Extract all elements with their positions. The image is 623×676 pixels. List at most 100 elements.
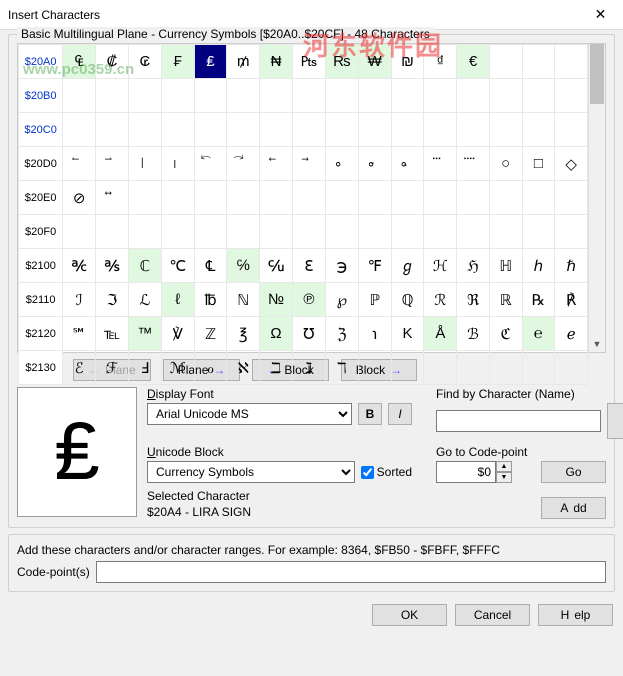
char-cell[interactable] xyxy=(391,79,424,113)
char-cell[interactable]: ℍ xyxy=(489,249,522,283)
char-cell[interactable] xyxy=(358,351,391,385)
char-cell[interactable] xyxy=(358,79,391,113)
char-cell[interactable]: ℇ xyxy=(292,249,325,283)
char-cell[interactable] xyxy=(63,215,96,249)
char-cell[interactable]: ℷ xyxy=(292,351,325,385)
char-cell[interactable]: ⃑ xyxy=(96,147,129,181)
char-cell[interactable]: ℓ xyxy=(161,283,194,317)
char-cell[interactable]: ○ xyxy=(489,147,522,181)
find-next-button[interactable]: Find Next xyxy=(607,403,623,439)
char-cell[interactable]: € xyxy=(457,45,490,79)
char-cell[interactable]: ℊ xyxy=(391,249,424,283)
char-cell[interactable] xyxy=(260,79,293,113)
char-cell[interactable]: ⃗ xyxy=(292,147,325,181)
char-cell[interactable]: K xyxy=(391,317,424,351)
char-cell[interactable]: ℜ xyxy=(457,283,490,317)
char-cell[interactable]: ⃛ xyxy=(424,147,457,181)
char-cell[interactable]: ℔ xyxy=(194,283,227,317)
unicode-block-select[interactable]: Currency Symbols xyxy=(147,461,355,483)
char-cell[interactable] xyxy=(555,45,588,79)
char-cell[interactable]: ℗ xyxy=(292,283,325,317)
char-cell[interactable] xyxy=(96,113,129,147)
char-cell[interactable] xyxy=(161,79,194,113)
char-cell[interactable] xyxy=(63,113,96,147)
char-cell[interactable] xyxy=(194,215,227,249)
char-cell[interactable]: ℙ xyxy=(358,283,391,317)
char-cell[interactable] xyxy=(63,79,96,113)
char-cell[interactable]: ℯ xyxy=(555,317,588,351)
char-cell[interactable] xyxy=(391,113,424,147)
spin-up-icon[interactable]: ▲ xyxy=(496,461,512,472)
close-button[interactable]: ✕ xyxy=(578,0,623,30)
char-cell[interactable]: ℌ xyxy=(457,249,490,283)
char-cell[interactable]: ⃚ xyxy=(391,147,424,181)
char-cell[interactable]: № xyxy=(260,283,293,317)
char-cell[interactable]: ℐ xyxy=(63,283,96,317)
char-cell[interactable]: ℀ xyxy=(63,249,96,283)
char-cell[interactable] xyxy=(424,351,457,385)
char-cell[interactable] xyxy=(424,215,457,249)
scroll-thumb[interactable] xyxy=(590,44,604,104)
char-cell[interactable]: ℡ xyxy=(96,317,129,351)
char-cell[interactable]: ℉ xyxy=(358,249,391,283)
char-cell[interactable]: Å xyxy=(424,317,457,351)
char-cell[interactable]: ⃒ xyxy=(128,147,161,181)
char-cell[interactable]: ◇ xyxy=(555,147,588,181)
char-cell[interactable]: ℛ xyxy=(424,283,457,317)
char-cell[interactable] xyxy=(457,215,490,249)
char-cell[interactable]: Ω xyxy=(260,317,293,351)
help-button[interactable]: Help xyxy=(538,604,613,626)
char-cell[interactable]: ℟ xyxy=(555,283,588,317)
char-cell[interactable] xyxy=(194,181,227,215)
char-cell[interactable] xyxy=(457,79,490,113)
char-cell[interactable]: ⃓ xyxy=(161,147,194,181)
char-cell[interactable]: ⃡ xyxy=(96,181,129,215)
char-cell[interactable]: ℩ xyxy=(358,317,391,351)
char-cell[interactable]: ℚ xyxy=(391,283,424,317)
char-cell[interactable] xyxy=(325,215,358,249)
char-cell[interactable] xyxy=(194,113,227,147)
char-cell[interactable]: ⃐ xyxy=(63,147,96,181)
char-cell[interactable]: ℭ xyxy=(489,317,522,351)
char-cell[interactable]: ⃘ xyxy=(325,147,358,181)
char-cell[interactable] xyxy=(161,113,194,147)
char-cell[interactable]: ℆ xyxy=(260,249,293,283)
char-cell[interactable] xyxy=(424,79,457,113)
char-cell[interactable]: ℂ xyxy=(128,249,161,283)
char-cell[interactable] xyxy=(457,181,490,215)
grid-scrollbar[interactable]: ▲ ▼ xyxy=(588,44,605,352)
sorted-checkbox-wrap[interactable]: Sorted xyxy=(361,465,412,479)
char-cell[interactable]: ₠ xyxy=(63,45,96,79)
char-cell[interactable]: ℤ xyxy=(194,317,227,351)
char-cell[interactable]: ₧ xyxy=(292,45,325,79)
char-cell[interactable]: ℅ xyxy=(227,249,260,283)
char-cell[interactable]: ⃙ xyxy=(358,147,391,181)
char-cell[interactable]: ℕ xyxy=(227,283,260,317)
char-cell[interactable] xyxy=(292,79,325,113)
spin-down-icon[interactable]: ▼ xyxy=(496,472,512,483)
char-cell[interactable] xyxy=(325,181,358,215)
char-cell[interactable] xyxy=(161,181,194,215)
char-cell[interactable]: ℨ xyxy=(325,317,358,351)
char-cell[interactable] xyxy=(391,215,424,249)
char-cell[interactable]: ℒ xyxy=(128,283,161,317)
char-cell[interactable] xyxy=(260,113,293,147)
char-cell[interactable]: ₫ xyxy=(424,45,457,79)
char-cell[interactable] xyxy=(522,181,555,215)
char-cell[interactable] xyxy=(260,215,293,249)
italic-button[interactable]: I xyxy=(388,403,412,425)
char-cell[interactable]: ℁ xyxy=(96,249,129,283)
char-cell[interactable]: ℳ xyxy=(161,351,194,385)
char-cell[interactable]: ₣ xyxy=(161,45,194,79)
char-cell[interactable] xyxy=(424,181,457,215)
char-cell[interactable] xyxy=(325,113,358,147)
add-button[interactable]: Add xyxy=(541,497,606,519)
codepoint-spinner[interactable]: ▲▼ xyxy=(436,461,512,483)
char-cell[interactable]: ₦ xyxy=(260,45,293,79)
char-cell[interactable] xyxy=(489,113,522,147)
char-cell[interactable] xyxy=(128,181,161,215)
char-cell[interactable]: ₡ xyxy=(96,45,129,79)
char-cell[interactable]: ℝ xyxy=(489,283,522,317)
char-cell[interactable] xyxy=(227,113,260,147)
char-cell[interactable] xyxy=(260,181,293,215)
